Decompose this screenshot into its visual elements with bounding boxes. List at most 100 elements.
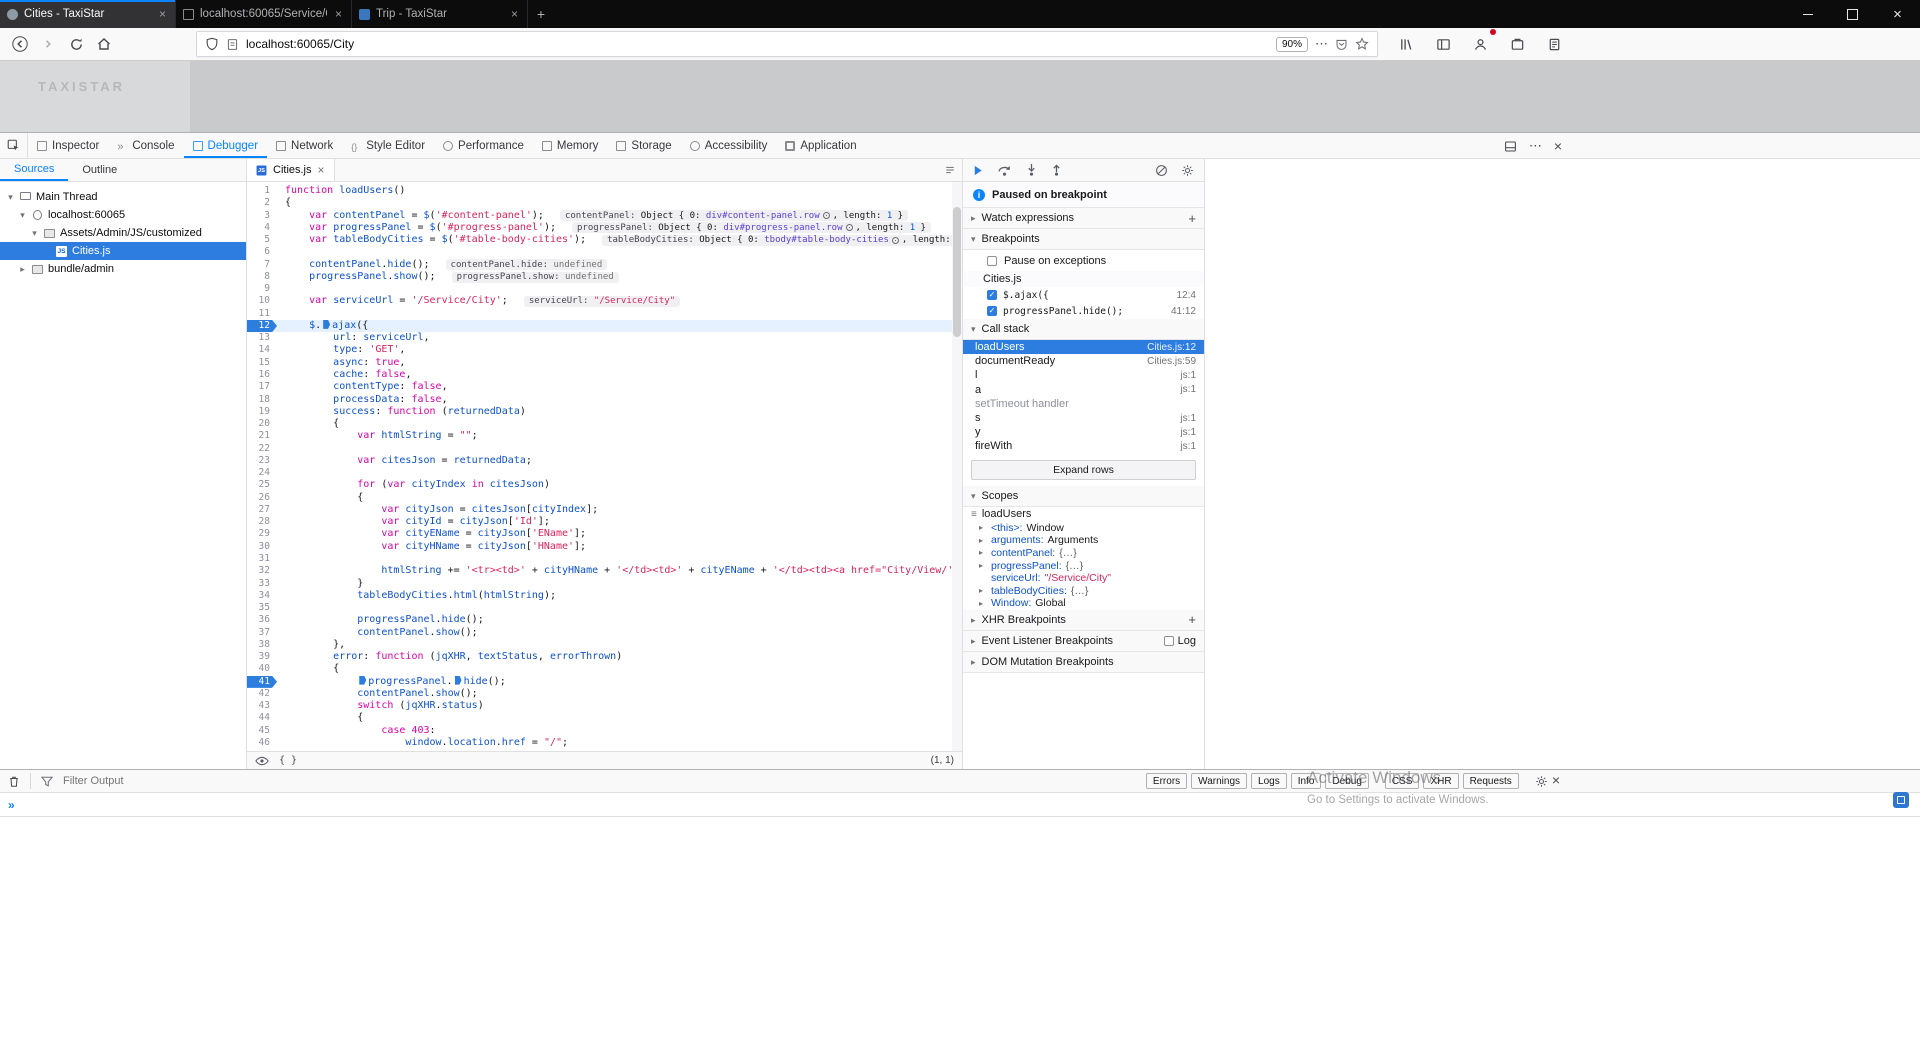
devtools-close-icon[interactable] xyxy=(1554,138,1562,154)
line-number[interactable]: 40 xyxy=(247,663,277,675)
line-number[interactable]: 7 xyxy=(247,259,277,271)
line-number[interactable]: 25 xyxy=(247,479,277,491)
line-number[interactable]: 18 xyxy=(247,394,277,406)
tracking-protection-shield-icon[interactable] xyxy=(205,37,219,51)
log-events-checkbox[interactable] xyxy=(1163,635,1174,646)
reload-button[interactable] xyxy=(62,31,90,57)
line-number[interactable]: 28 xyxy=(247,516,277,528)
add-watch-expression-button[interactable] xyxy=(1188,211,1196,226)
editor-file-tab[interactable]: JS Cities.js xyxy=(247,159,335,181)
line-number[interactable]: 10 xyxy=(247,295,277,307)
tab-sources[interactable]: Sources xyxy=(0,159,69,181)
page-actions-icon[interactable] xyxy=(1315,35,1328,53)
window-close-button[interactable] xyxy=(1875,0,1920,28)
scope-variable-row[interactable]: ▸ tableBodyCities: {…} xyxy=(963,584,1204,597)
tree-twisty-icon[interactable]: ▸ xyxy=(18,264,27,275)
console-settings-gear-icon[interactable] xyxy=(1535,775,1548,788)
add-xhr-breakpoint-button[interactable] xyxy=(1188,612,1196,627)
line-number[interactable]: 13 xyxy=(247,332,277,344)
breakpoint-checkbox[interactable] xyxy=(987,306,997,316)
line-number[interactable]: 19 xyxy=(247,406,277,418)
system-tray-icon[interactable] xyxy=(1893,792,1909,808)
step-out-button[interactable] xyxy=(1051,164,1062,176)
expand-rows-button[interactable]: Expand rows xyxy=(971,459,1196,480)
section-watch-expressions[interactable]: Watch expressions xyxy=(963,208,1204,229)
scope-twisty-icon[interactable]: ▸ xyxy=(979,561,987,570)
sidebars-button[interactable] xyxy=(1429,31,1457,57)
breakpoint-row[interactable]: progressPanel.hide(); 41:12 xyxy=(963,303,1204,319)
call-stack-frame[interactable]: setTimeout handler xyxy=(963,397,1204,411)
console-close-icon[interactable] xyxy=(1552,772,1560,790)
tree-twisty-icon[interactable]: ▾ xyxy=(30,228,39,239)
console-filter-css-button[interactable]: CSS xyxy=(1384,773,1420,789)
section-call-stack[interactable]: Call stack xyxy=(963,319,1204,340)
editor-tab-close-icon[interactable] xyxy=(318,163,325,177)
console-input-row[interactable]: » xyxy=(0,793,1920,817)
column-breakpoint-marker[interactable] xyxy=(359,675,367,685)
console-filter-xhr-button[interactable]: XHR xyxy=(1423,773,1459,789)
line-number[interactable]: 37 xyxy=(247,627,277,639)
extension-button-1[interactable] xyxy=(1503,31,1531,57)
line-number[interactable]: 22 xyxy=(247,443,277,455)
scope-twisty-icon[interactable]: ▸ xyxy=(979,536,987,545)
line-number[interactable]: 27 xyxy=(247,504,277,516)
line-number[interactable]: 14 xyxy=(247,344,277,356)
editor-tab-options[interactable] xyxy=(944,159,956,181)
line-number[interactable]: 31 xyxy=(247,553,277,565)
line-number[interactable]: 2 xyxy=(247,197,277,209)
devtools-menu-icon[interactable] xyxy=(1529,138,1542,154)
line-number[interactable]: 46 xyxy=(247,737,277,749)
extension-button-2[interactable] xyxy=(1540,31,1568,57)
bookmark-star-icon[interactable] xyxy=(1355,37,1369,51)
line-number[interactable]: 15 xyxy=(247,357,277,369)
line-number[interactable]: 26 xyxy=(247,492,277,504)
devtools-tab-application[interactable]: Application xyxy=(776,133,865,158)
step-in-button[interactable] xyxy=(1026,164,1037,176)
console-filter-info-button[interactable]: Info xyxy=(1290,773,1322,789)
scope-function-row[interactable]: loadUsers xyxy=(963,507,1204,522)
clear-console-icon[interactable] xyxy=(8,775,20,788)
line-number[interactable]: 41 xyxy=(247,676,277,688)
forward-button[interactable] xyxy=(34,31,62,57)
sources-tree-item[interactable]: ▸ bundle/admin xyxy=(0,260,246,278)
settings-gear-icon[interactable] xyxy=(1181,164,1194,177)
call-stack-frame[interactable]: a js:1 xyxy=(963,383,1204,397)
url-text[interactable]: localhost:60065/City xyxy=(246,37,1269,51)
console-filter-debug-button[interactable]: Debug xyxy=(1325,773,1369,789)
devtools-tab-storage[interactable]: Storage xyxy=(607,133,680,158)
console-filter-input[interactable] xyxy=(63,775,363,787)
pick-element-button[interactable] xyxy=(0,133,28,158)
line-number[interactable]: 4 xyxy=(247,222,277,234)
step-over-button[interactable] xyxy=(997,165,1012,176)
scope-twisty-icon[interactable]: ▸ xyxy=(979,523,987,532)
column-breakpoint-marker[interactable] xyxy=(454,675,462,685)
line-number[interactable]: 23 xyxy=(247,455,277,467)
line-number[interactable]: 45 xyxy=(247,725,277,737)
tab-close-button[interactable]: × xyxy=(333,7,344,21)
line-number[interactable]: 42 xyxy=(247,688,277,700)
inspect-target-icon[interactable] xyxy=(822,212,830,220)
line-number[interactable]: 34 xyxy=(247,590,277,602)
scope-variable-row[interactable]: ▸ arguments: Arguments xyxy=(963,534,1204,547)
call-stack-frame[interactable]: documentReady Cities.js:59 xyxy=(963,354,1204,368)
call-stack-frame[interactable]: fireWith js:1 xyxy=(963,439,1204,453)
line-number[interactable]: 43 xyxy=(247,700,277,712)
devtools-tab-network[interactable]: Network xyxy=(267,133,342,158)
scope-twisty-icon[interactable]: ▸ xyxy=(979,599,987,608)
tab-outline[interactable]: Outline xyxy=(68,159,131,181)
pause-on-exceptions-checkbox[interactable] xyxy=(987,255,997,266)
line-number[interactable]: 11 xyxy=(247,308,277,320)
inspect-target-icon[interactable] xyxy=(845,224,853,232)
sources-tree-item[interactable]: ▾ Main Thread xyxy=(0,188,246,206)
scrollbar-thumb[interactable] xyxy=(953,207,961,337)
scope-variable-row[interactable]: ▸ progressPanel: {…} xyxy=(963,559,1204,572)
tree-twisty-icon[interactable]: ▾ xyxy=(6,192,15,203)
tab-close-button[interactable]: × xyxy=(157,7,168,21)
browser-tab[interactable]: localhost:60065/Service/City?_=161 × xyxy=(176,0,352,28)
sources-tree-item[interactable]: ▾ Assets/Admin/JS/customized xyxy=(0,224,246,242)
line-number[interactable]: 44 xyxy=(247,712,277,724)
scope-variable-row[interactable]: ▸ Window: Global xyxy=(963,597,1204,610)
scope-variable-row[interactable]: ▸ contentPanel: {…} xyxy=(963,547,1204,560)
scope-twisty-icon[interactable]: ▸ xyxy=(979,586,987,595)
devtools-tab-inspector[interactable]: Inspector xyxy=(28,133,108,158)
